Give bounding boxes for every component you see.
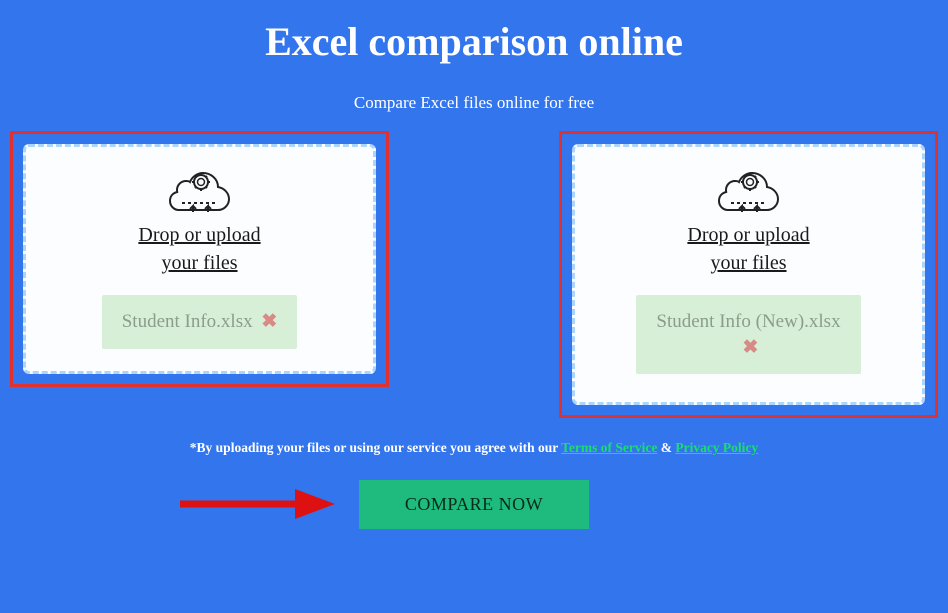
file-chip-left: Student Info.xlsx ✖ <box>102 295 298 349</box>
terms-of-service-link[interactable]: Terms of Service <box>561 440 657 455</box>
dropzone-label-line1: Drop or upload <box>138 224 260 246</box>
remove-file-icon[interactable]: ✖ <box>743 337 759 358</box>
compare-row: COMPARE NOW <box>0 480 948 529</box>
remove-file-icon[interactable]: ✖ <box>261 311 277 332</box>
compare-now-button[interactable]: COMPARE NOW <box>359 480 589 529</box>
disclaimer-text: *By uploading your files or using our se… <box>190 440 561 455</box>
dropzone-label-line2: your files <box>710 252 786 274</box>
dropzone-right-wrapper: Drop or upload your files Student Info (… <box>559 131 938 418</box>
file-chip-right: Student Info (New).xlsx ✖ <box>636 295 860 374</box>
highlight-box-left: Drop or upload your files Student Info.x… <box>10 131 389 387</box>
cloud-upload-icon <box>717 165 781 215</box>
dropzone-left-wrapper: Drop or upload your files Student Info.x… <box>10 131 389 418</box>
dropzone-label-line1: Drop or upload <box>687 224 809 246</box>
page-subtitle: Compare Excel files online for free <box>0 93 948 113</box>
dropzone-row: Drop or upload your files Student Info.x… <box>0 113 948 418</box>
dropzone-right[interactable]: Drop or upload your files Student Info (… <box>572 144 925 405</box>
file-chip-name: Student Info.xlsx <box>122 311 253 332</box>
file-chip-name: Student Info (New).xlsx <box>656 311 840 332</box>
disclaimer: *By uploading your files or using our se… <box>0 440 948 456</box>
page-title: Excel comparison online <box>0 0 948 65</box>
disclaimer-amp: & <box>657 440 675 455</box>
highlight-box-right: Drop or upload your files Student Info (… <box>559 131 938 418</box>
cloud-upload-icon <box>168 165 232 215</box>
arrow-annotation-icon <box>175 484 335 524</box>
privacy-policy-link[interactable]: Privacy Policy <box>675 440 758 455</box>
dropzone-label: Drop or upload your files <box>138 221 260 277</box>
dropzone-label-line2: your files <box>161 252 237 274</box>
dropzone-label: Drop or upload your files <box>687 221 809 277</box>
dropzone-left[interactable]: Drop or upload your files Student Info.x… <box>23 144 376 374</box>
